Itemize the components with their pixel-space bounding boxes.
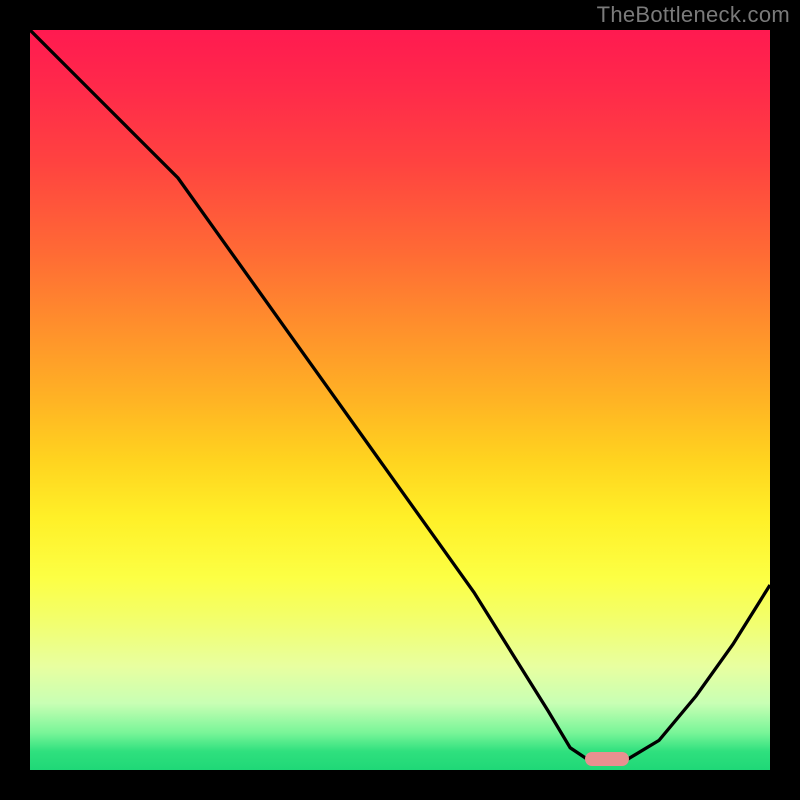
watermark-text: TheBottleneck.com — [597, 2, 790, 28]
chart-frame: TheBottleneck.com — [0, 0, 800, 800]
curve-path — [30, 30, 770, 763]
bottleneck-curve — [30, 30, 770, 770]
optimum-marker — [585, 752, 629, 766]
plot-area — [30, 30, 770, 770]
